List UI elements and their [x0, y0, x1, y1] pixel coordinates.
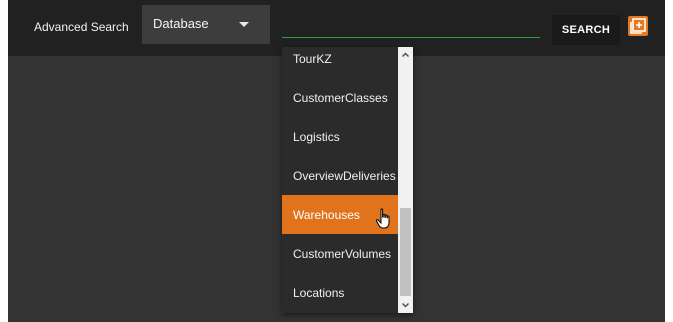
- dropdown-scrollbar[interactable]: [398, 47, 413, 313]
- app-window: Advanced Search Database SEARCH TourKZ C…: [8, 0, 665, 322]
- database-select-value: Database: [153, 16, 209, 31]
- dropdown-item-overviewdeliveries[interactable]: OverviewDeliveries: [282, 156, 398, 195]
- dropdown-item-locations[interactable]: Locations: [282, 273, 398, 312]
- caret-down-icon: [239, 22, 249, 27]
- database-select[interactable]: Database: [142, 5, 270, 44]
- scrollbar-thumb[interactable]: [400, 208, 411, 296]
- page-title: Advanced Search: [34, 20, 129, 34]
- scroll-up-icon[interactable]: [398, 47, 413, 63]
- dropdown-item-logistics[interactable]: Logistics: [282, 117, 398, 156]
- dropdown-item-tourkz[interactable]: TourKZ: [282, 47, 398, 78]
- add-box-icon[interactable]: [628, 16, 648, 36]
- dropdown-item-customervolumes[interactable]: CustomerVolumes: [282, 234, 398, 273]
- search-input[interactable]: [282, 10, 540, 38]
- search-button[interactable]: SEARCH: [552, 15, 620, 45]
- dropdown-item-customerclasses[interactable]: CustomerClasses: [282, 78, 398, 117]
- database-dropdown-list: TourKZ CustomerClasses Logistics Overvie…: [282, 47, 413, 313]
- scroll-down-icon[interactable]: [398, 297, 413, 313]
- hand-pointer-icon: [375, 208, 390, 229]
- dropdown-options: TourKZ CustomerClasses Logistics Overvie…: [282, 47, 398, 313]
